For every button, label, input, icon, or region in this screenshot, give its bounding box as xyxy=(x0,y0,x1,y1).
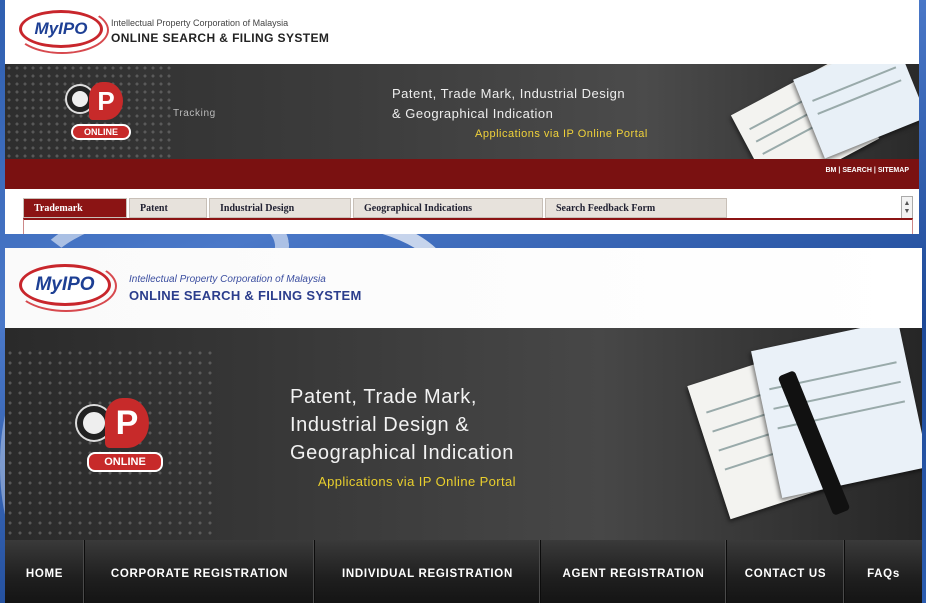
organization-name: Intellectual Property Corporation of Mal… xyxy=(111,18,289,28)
tracking-label: Tracking xyxy=(173,108,216,119)
documents-image xyxy=(751,328,922,498)
search-tabs: Trademark Patent Industrial Design Geogr… xyxy=(23,198,727,218)
nav-faqs[interactable]: FAQs xyxy=(845,540,922,603)
tab-trademark[interactable]: Trademark xyxy=(23,198,127,218)
top-links: BM | SEARCH | SITEMAP xyxy=(825,167,909,174)
logo-ring xyxy=(15,6,109,54)
online-badge: ONLINE xyxy=(87,452,163,472)
system-title: ONLINE SEARCH & FILING SYSTEM xyxy=(129,288,362,303)
p-letter-icon: P xyxy=(89,82,123,120)
tab-patent[interactable]: Patent xyxy=(129,198,207,218)
main-navigation: HOME CORPORATE REGISTRATION INDIVIDUAL R… xyxy=(5,540,922,603)
nav-home[interactable]: HOME xyxy=(5,540,85,603)
link-sitemap[interactable]: SITEMAP xyxy=(878,167,909,174)
scroll-up-icon[interactable]: ▲ xyxy=(904,200,911,208)
banner-line-2: Industrial Design & xyxy=(290,414,470,436)
p-letter-icon: P xyxy=(105,398,149,448)
top-link-bar: BM | SEARCH | SITEMAP xyxy=(5,159,919,189)
tab-geographical-indications[interactable]: Geographical Indications xyxy=(353,198,543,218)
banner-line-1: Patent, Trade Mark, xyxy=(290,386,478,408)
nav-corporate-registration[interactable]: CORPORATE REGISTRATION xyxy=(85,540,315,603)
banner-tagline: Applications via IP Online Portal xyxy=(318,474,516,489)
tab-scroll-control[interactable]: ▲ ▼ xyxy=(901,196,913,220)
scroll-down-icon[interactable]: ▼ xyxy=(904,208,911,216)
banner-line-1: Patent, Trade Mark, Industrial Design xyxy=(392,86,626,101)
system-title: ONLINE SEARCH & FILING SYSTEM xyxy=(111,31,330,45)
link-bm[interactable]: BM xyxy=(825,167,836,174)
online-badge: ONLINE xyxy=(71,124,131,140)
tab-content-panel xyxy=(23,218,913,234)
logo-ring xyxy=(15,260,117,312)
nav-individual-registration[interactable]: INDIVIDUAL REGISTRATION xyxy=(315,540,541,603)
banner-tagline: Applications via IP Online Portal xyxy=(475,128,648,140)
organization-name: Intellectual Property Corporation of Mal… xyxy=(129,274,326,285)
banner: P ONLINE Tracking Patent, Trade Mark, In… xyxy=(5,64,919,159)
nav-contact-us[interactable]: CONTACT US xyxy=(727,540,845,603)
banner-line-3: Geographical Indication xyxy=(290,442,514,464)
filing-portal-screenshot: MyIPO Intellectual Property Corporation … xyxy=(5,248,922,603)
site-header: MyIPO Intellectual Property Corporation … xyxy=(5,248,922,328)
banner-line-2: & Geographical Indication xyxy=(392,106,554,121)
tab-industrial-design[interactable]: Industrial Design xyxy=(209,198,351,218)
nav-agent-registration[interactable]: AGENT REGISTRATION xyxy=(541,540,727,603)
link-search[interactable]: SEARCH xyxy=(842,167,872,174)
banner: P ONLINE Patent, Trade Mark, Industrial … xyxy=(5,328,922,540)
site-header: MyIPO Intellectual Property Corporation … xyxy=(5,0,919,64)
tracking-portal-screenshot: MyIPO Intellectual Property Corporation … xyxy=(5,0,919,234)
tab-search-feedback-form[interactable]: Search Feedback Form xyxy=(545,198,727,218)
